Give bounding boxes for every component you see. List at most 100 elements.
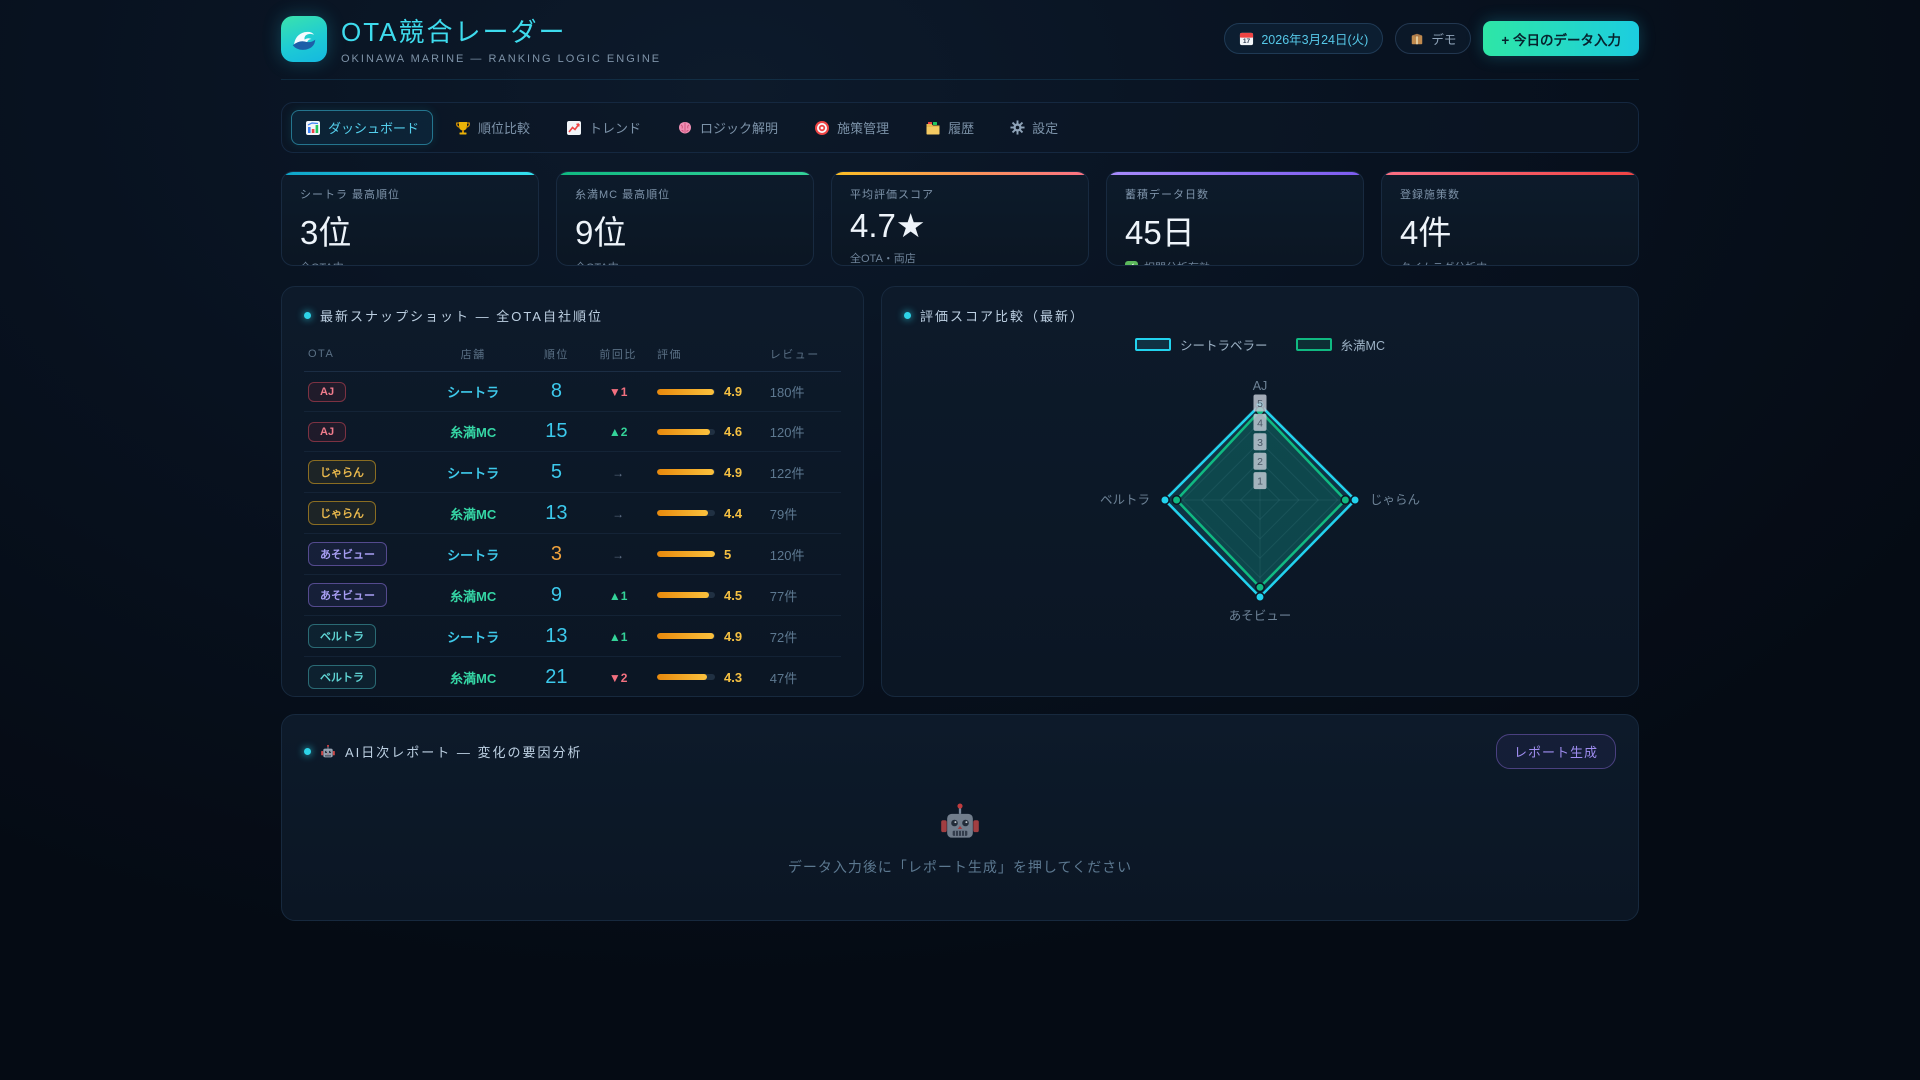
ota-badge: ベルトラ bbox=[308, 665, 376, 689]
tab-rank-compare[interactable]: 順位比較 bbox=[441, 110, 544, 145]
rank-change: → bbox=[612, 506, 625, 521]
reviews-count: 72件 bbox=[769, 629, 798, 645]
rank-change: → bbox=[612, 547, 625, 562]
radar-data-point bbox=[1171, 495, 1182, 505]
radar-data-point bbox=[1350, 495, 1361, 505]
rating-value: 4.5 bbox=[724, 587, 743, 603]
reviews-count: 120件 bbox=[769, 547, 805, 563]
page-subtitle: OKINAWA MARINE — RANKING LOGIC ENGINE bbox=[341, 53, 662, 65]
rating-cell: 4.9 bbox=[657, 465, 762, 480]
calendar-icon: 17 bbox=[1239, 31, 1254, 46]
radar-data-point bbox=[1255, 582, 1265, 593]
reviews-count: 79件 bbox=[769, 506, 798, 522]
header: OTA競合レーダー OKINAWA MARINE — RANKING LOGIC… bbox=[281, 12, 1639, 80]
rank-change: ▼1 bbox=[608, 385, 628, 399]
legend-item[interactable]: 糸満MC bbox=[1295, 335, 1385, 354]
radar-tick-label: 2 bbox=[1257, 456, 1263, 468]
rank-value: 5 bbox=[550, 460, 562, 483]
radar-axis-label: じゃらん bbox=[1370, 493, 1420, 507]
table-row: ベルトラ シートラ 13 ▲1 4.9 72件 bbox=[304, 615, 841, 657]
rating-value: 4.9 bbox=[724, 628, 743, 644]
kpi-card-avg-score: 平均評価スコア 4.7★ 全OTA・両店 bbox=[831, 171, 1089, 266]
rank-change: ▲2 bbox=[608, 425, 628, 439]
rating-cell: 4.3 bbox=[657, 670, 762, 685]
radar-panel: 評価スコア比較（最新） シートラベラー 糸満MC 1 2 3 4 5 AJ じゃらん あそビュー… bbox=[881, 286, 1639, 697]
target-icon bbox=[814, 120, 830, 136]
kpi-card-measures-count: 登録施策数 4件 タイムラグ分析中 bbox=[1381, 171, 1639, 266]
rating-bar-track bbox=[657, 674, 716, 680]
radar-tick-label: 3 bbox=[1257, 437, 1263, 449]
radar-axis-label: ベルトラ bbox=[1100, 493, 1150, 507]
generate-report-button[interactable]: レポート生成 bbox=[1495, 734, 1616, 769]
table-row: AJ 糸満MC 15 ▲2 4.6 120件 bbox=[304, 411, 841, 452]
rating-bar-track bbox=[657, 592, 716, 598]
snapshot-panel: 最新スナップショット — 全OTA自社順位 OTA 店舗 順位 前回比 評価 レ… bbox=[281, 286, 864, 697]
kpi-accent-bar bbox=[1107, 172, 1363, 175]
radar-tick-label: 1 bbox=[1257, 476, 1263, 488]
rank-change: ▲1 bbox=[608, 629, 628, 644]
rating-value: 4.9 bbox=[724, 464, 743, 480]
page-title: OTA競合レーダー bbox=[341, 17, 567, 47]
ota-badge: ベルトラ bbox=[308, 624, 376, 648]
reviews-count: 47件 bbox=[769, 670, 798, 686]
legend-item[interactable]: シートラベラー bbox=[1135, 335, 1268, 354]
radar-legend: シートラベラー 糸満MC bbox=[904, 335, 1616, 354]
brain-icon bbox=[677, 120, 693, 136]
radar-chart: 1 2 3 4 5 AJ じゃらんあそビュー ベルトラ bbox=[1100, 379, 1420, 623]
kpi-accent-bar bbox=[282, 172, 538, 175]
kpi-card-data-days: 蓄積データ日数 45日 ✓ 相関分析有効 bbox=[1106, 171, 1364, 266]
tab-settings[interactable]: 設定 bbox=[996, 110, 1072, 145]
tab-dashboard[interactable]: ダッシュボード bbox=[291, 110, 434, 145]
tab-trend[interactable]: トレンド bbox=[552, 110, 655, 145]
rating-cell: 4.9 bbox=[657, 629, 762, 644]
shop-name: 糸満MC bbox=[450, 588, 497, 604]
rank-value: 13 bbox=[545, 624, 568, 647]
data-entry-button[interactable]: + 今日のデータ入力 bbox=[1483, 21, 1639, 56]
ota-badge: AJ bbox=[308, 381, 347, 402]
date-badge: 17 2026年3月24日(火) bbox=[1224, 23, 1384, 54]
legend-label: シートラベラー bbox=[1180, 339, 1268, 353]
tab-logic[interactable]: ロジック解明 bbox=[663, 110, 792, 145]
rating-bar-fill bbox=[657, 469, 714, 475]
rating-bar-fill bbox=[657, 592, 710, 598]
shop-name: 糸満MC bbox=[450, 425, 497, 440]
demo-badge: デモ bbox=[1395, 23, 1472, 54]
radar-tick-label: 5 bbox=[1257, 398, 1263, 410]
kpi-card-itoman-rank: 糸満MC 最高順位 9位 全OTA中 bbox=[556, 171, 814, 266]
col-header-ota: OTA bbox=[304, 337, 417, 372]
shop-name: シートラ bbox=[447, 385, 500, 400]
wave-icon bbox=[289, 24, 319, 54]
radar-data-point bbox=[1255, 592, 1265, 602]
rating-cell: 4.5 bbox=[657, 588, 762, 603]
table-row: あそビュー 糸満MC 9 ▲1 4.5 77件 bbox=[304, 574, 841, 616]
ai-report-panel: AI日次レポート — 変化の要因分析 レポート生成 データ入力後に「レポート生成… bbox=[281, 714, 1639, 921]
report-empty-text: データ入力後に「レポート生成」を押してください bbox=[787, 859, 1133, 875]
radar-tick-label: 4 bbox=[1257, 417, 1263, 429]
ota-badge: じゃらん bbox=[308, 501, 376, 525]
shop-name: 糸満MC bbox=[450, 670, 497, 686]
ota-badge: AJ bbox=[308, 421, 347, 442]
dashboard-icon bbox=[305, 120, 321, 136]
snapshot-table: OTA 店舗 順位 前回比 評価 レビュー AJ シートラ 8 ▼1 4.9 180件 AJ… bbox=[304, 337, 841, 697]
rating-bar-fill bbox=[657, 428, 711, 435]
rank-value: 21 bbox=[545, 665, 568, 688]
rank-value: 13 bbox=[545, 501, 568, 524]
shop-name: シートラ bbox=[447, 629, 500, 645]
ota-badge: あそビュー bbox=[308, 542, 387, 566]
bullet-dot-icon bbox=[904, 312, 911, 319]
rank-value: 8 bbox=[550, 380, 562, 402]
snapshot-table-body: AJ シートラ 8 ▼1 4.9 180件 AJ 糸満MC 15 ▲2 4.6 120件 じゃらん シート… bbox=[304, 371, 841, 698]
tab-measures[interactable]: 施策管理 bbox=[800, 110, 903, 145]
rank-value: 15 bbox=[545, 420, 568, 442]
rating-bar-track bbox=[657, 469, 716, 475]
app-logo bbox=[281, 15, 327, 62]
radar-axis-label: あそビュー bbox=[1229, 609, 1292, 623]
rating-cell: 4.9 bbox=[657, 384, 762, 399]
legend-swatch-icon bbox=[1295, 338, 1332, 351]
rating-bar-track bbox=[657, 633, 716, 639]
snapshot-title: 最新スナップショット — 全OTA自社順位 bbox=[304, 306, 841, 325]
reviews-count: 77件 bbox=[769, 588, 798, 604]
rank-value: 9 bbox=[550, 583, 562, 606]
tab-history[interactable]: 履歴 bbox=[911, 110, 988, 145]
report-title: AI日次レポート — 変化の要因分析 bbox=[304, 742, 583, 761]
